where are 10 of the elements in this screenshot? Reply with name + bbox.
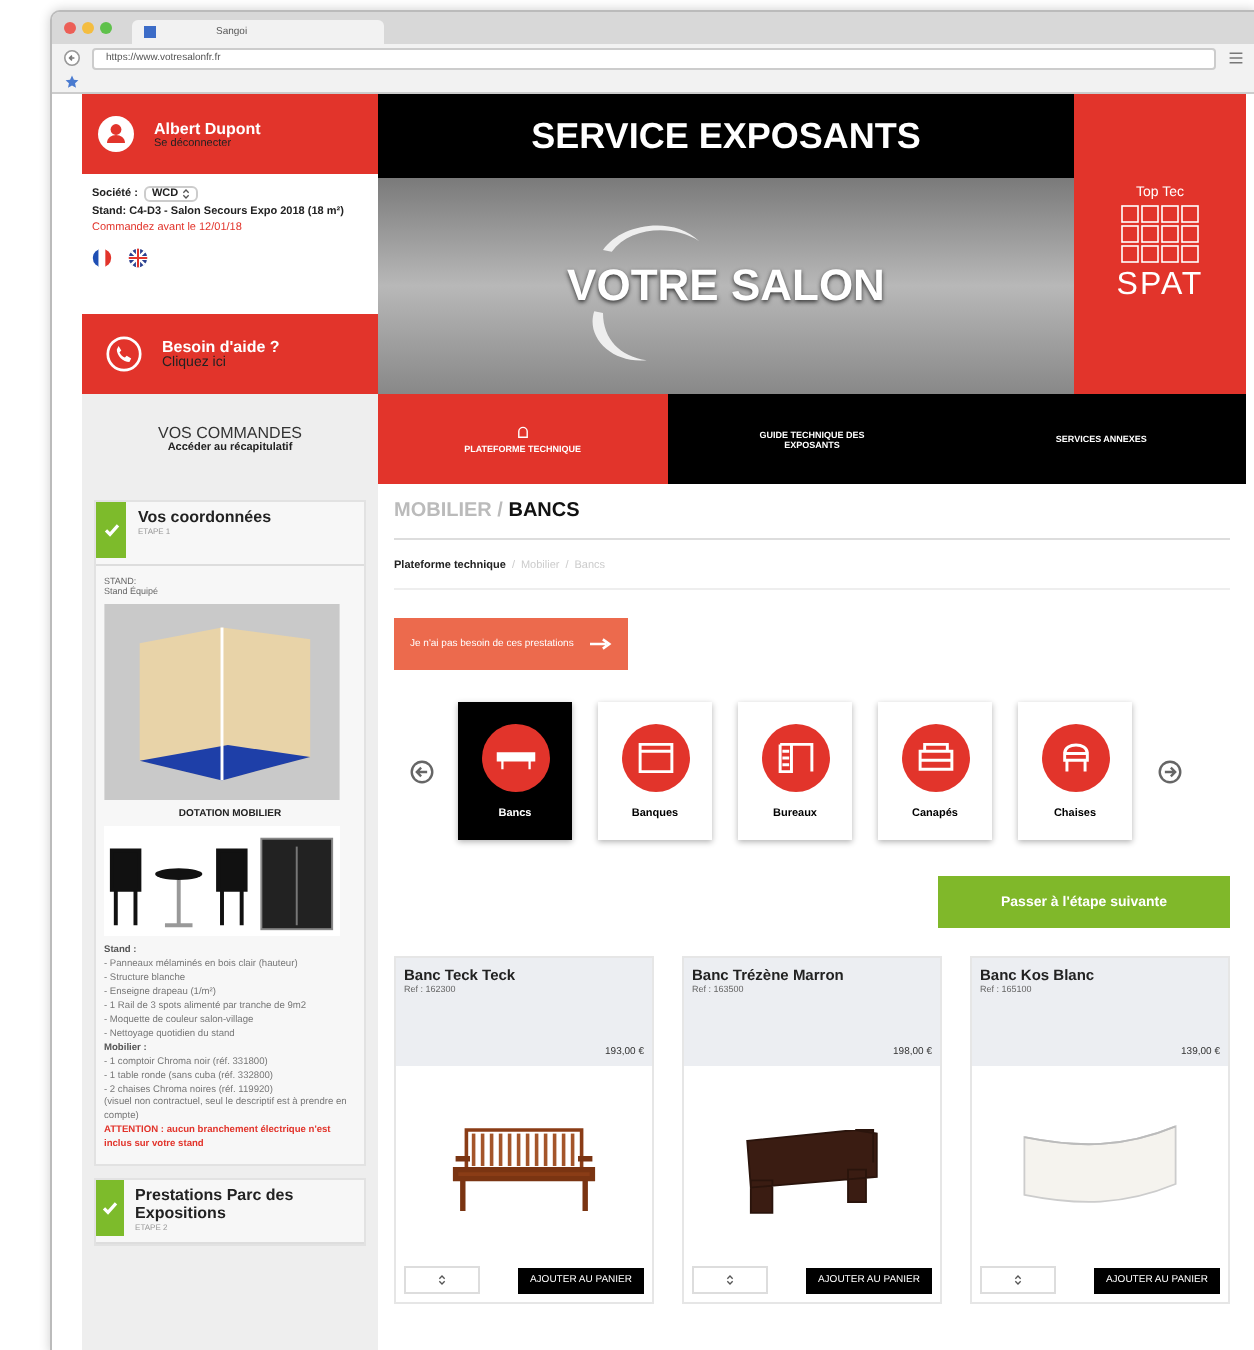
brand-name: SPAT xyxy=(1116,267,1204,303)
orders-title: VOS COMMANDES xyxy=(157,424,302,442)
help-title: Besoin d'aide ? xyxy=(162,338,280,356)
salon-logo-text: VOTRE SALON xyxy=(567,260,885,312)
banner-title: SERVICE EXPOSANTS xyxy=(378,94,1074,178)
heading-parent: MOBILIER / xyxy=(394,500,503,522)
heading-current: BANCS xyxy=(508,500,580,522)
user-name: Albert Dupont xyxy=(154,119,261,137)
step-title[interactable]: Vos coordonnées xyxy=(138,508,272,526)
step-title[interactable]: Prestations Parc des Expositions xyxy=(135,1186,364,1223)
